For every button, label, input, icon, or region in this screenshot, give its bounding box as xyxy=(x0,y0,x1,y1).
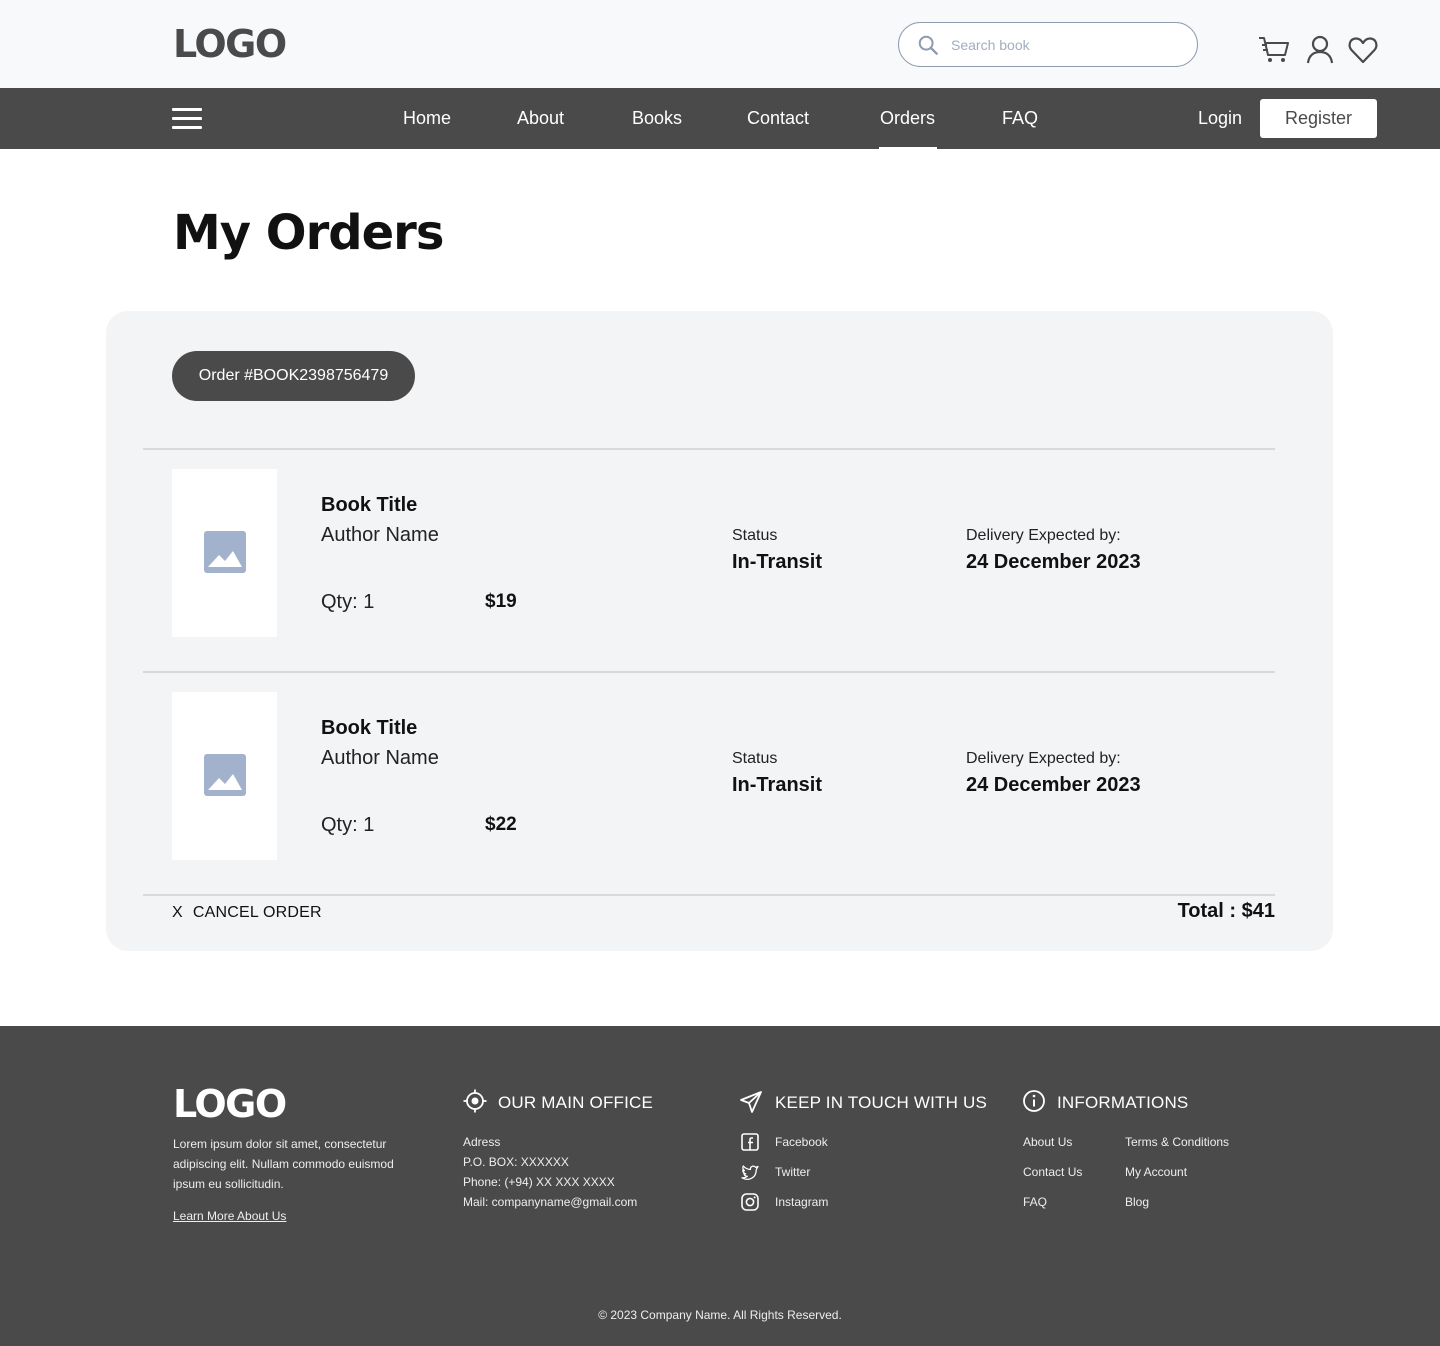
facebook-link[interactable]: Facebook xyxy=(775,1132,828,1152)
image-placeholder-icon xyxy=(204,754,246,796)
book-title[interactable]: Book Title xyxy=(321,493,417,517)
search-box[interactable] xyxy=(898,22,1198,67)
blog-link[interactable]: Blog xyxy=(1125,1192,1149,1212)
book-title[interactable]: Book Title xyxy=(321,716,417,740)
divider xyxy=(143,894,1275,896)
delivery-date: 24 December 2023 xyxy=(966,551,1141,573)
order-id-badge: Order #BOOK2398756479 xyxy=(172,351,415,401)
site-logo[interactable]: LOGO xyxy=(173,22,287,66)
status-label: Status xyxy=(732,750,778,767)
footer: LOGO Lorem ipsum dolor sit amet, consect… xyxy=(0,1026,1440,1346)
page-title: My Orders xyxy=(173,205,444,261)
cart-icon[interactable] xyxy=(1258,33,1290,65)
main-nav: Home About Books Contact Orders FAQ Logi… xyxy=(0,88,1440,151)
author-name: Author Name xyxy=(321,747,439,769)
status-label: Status xyxy=(732,527,778,544)
item-price: $22 xyxy=(485,814,517,835)
cancel-order-button[interactable]: X CANCEL ORDER xyxy=(172,903,322,923)
nav-contact[interactable]: Contact xyxy=(747,106,809,130)
close-icon: X xyxy=(172,904,183,921)
info-icon xyxy=(1023,1090,1045,1112)
my-account-link[interactable]: My Account xyxy=(1125,1162,1187,1182)
book-thumbnail[interactable] xyxy=(172,692,277,860)
nav-orders[interactable]: Orders xyxy=(878,106,938,151)
user-icon[interactable] xyxy=(1304,34,1336,66)
item-price: $19 xyxy=(485,591,517,612)
book-thumbnail[interactable] xyxy=(172,469,277,637)
office-mail: Mail: companyname@gmail.com xyxy=(463,1195,638,1209)
status-value: In-Transit xyxy=(732,774,823,796)
menu-icon[interactable] xyxy=(172,108,202,130)
footer-logo[interactable]: LOGO xyxy=(173,1082,287,1126)
cancel-order-label: CANCEL ORDER xyxy=(192,904,322,921)
office-pobox: P.O. BOX: XXXXXX xyxy=(463,1155,569,1169)
heart-icon[interactable] xyxy=(1347,34,1379,66)
copyright: © 2023 Company Name. All Rights Reserved… xyxy=(598,1308,842,1322)
item-quantity: Qty: 1 xyxy=(321,591,375,613)
location-target-icon xyxy=(463,1089,487,1113)
terms-link[interactable]: Terms & Conditions xyxy=(1125,1132,1229,1152)
search-icon[interactable] xyxy=(917,34,939,56)
author-name: Author Name xyxy=(321,524,439,546)
delivery-label: Delivery Expected by: xyxy=(966,750,1121,767)
search-input[interactable] xyxy=(951,33,1181,57)
instagram-link[interactable]: Instagram xyxy=(775,1192,828,1212)
nav-home[interactable]: Home xyxy=(403,106,451,130)
divider xyxy=(143,448,1275,450)
delivery-date: 24 December 2023 xyxy=(966,774,1141,796)
status-value: In-Transit xyxy=(732,551,823,573)
instagram-icon[interactable] xyxy=(741,1193,759,1211)
twitter-link[interactable]: Twitter xyxy=(775,1162,810,1182)
social-heading: KEEP IN TOUCH WITH US xyxy=(775,1093,988,1112)
info-heading: INFORMATIONS xyxy=(1057,1093,1189,1112)
office-heading: OUR MAIN OFFICE xyxy=(498,1093,654,1112)
nav-about[interactable]: About xyxy=(517,106,564,130)
footer-about-text: Lorem ipsum dolor sit amet, consectetur … xyxy=(173,1137,394,1191)
login-link[interactable]: Login xyxy=(1198,106,1242,130)
about-us-link[interactable]: About Us xyxy=(1023,1132,1072,1152)
order-item: Book Title Author Name Qty: 1 $19 Status… xyxy=(106,469,1333,637)
delivery-label: Delivery Expected by: xyxy=(966,527,1121,544)
item-quantity: Qty: 1 xyxy=(321,814,375,836)
nav-books[interactable]: Books xyxy=(632,106,682,130)
top-header: LOGO xyxy=(0,0,1440,88)
contact-us-link[interactable]: Contact Us xyxy=(1023,1162,1082,1182)
office-phone: Phone: (+94) XX XXX XXXX xyxy=(463,1175,615,1189)
send-icon xyxy=(740,1091,762,1113)
office-address: Adress xyxy=(463,1135,501,1149)
facebook-icon[interactable] xyxy=(741,1133,759,1151)
image-placeholder-icon xyxy=(204,531,246,573)
divider xyxy=(143,671,1275,673)
twitter-icon[interactable] xyxy=(741,1163,759,1181)
faq-link[interactable]: FAQ xyxy=(1023,1192,1047,1212)
order-total: Total : $41 xyxy=(1177,900,1275,922)
nav-faq[interactable]: FAQ xyxy=(1002,106,1038,130)
order-item: Book Title Author Name Qty: 1 $22 Status… xyxy=(106,692,1333,860)
register-button[interactable]: Register xyxy=(1260,99,1377,138)
learn-more-link[interactable]: Learn More About Us xyxy=(173,1208,286,1224)
order-card: Order #BOOK2398756479 Book Title Author … xyxy=(106,311,1333,951)
